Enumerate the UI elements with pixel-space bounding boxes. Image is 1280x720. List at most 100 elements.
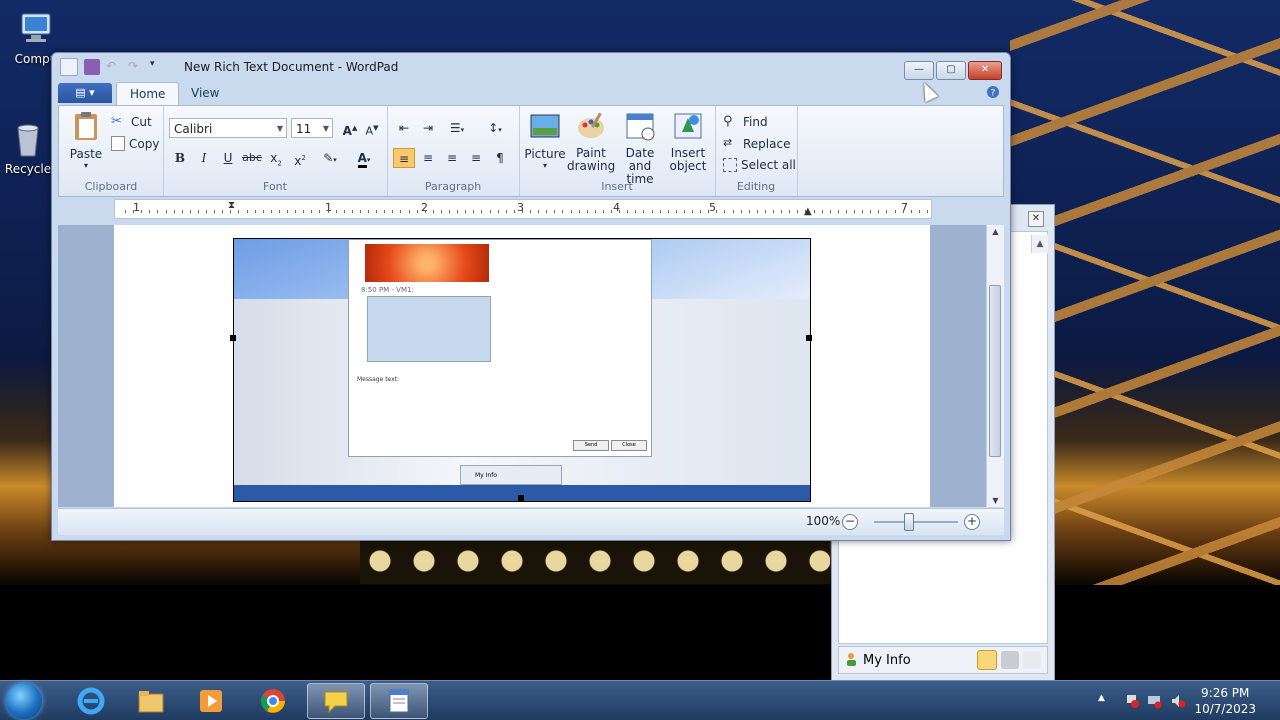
align-left-button[interactable]: ≡ <box>393 148 415 168</box>
zoom-slider[interactable] <box>874 521 958 523</box>
taskbar-file-explorer[interactable] <box>122 683 180 719</box>
italic-button[interactable]: I <box>193 148 215 168</box>
scroll-up-icon[interactable]: ▲ <box>987 227 1004 236</box>
grow-font-button[interactable]: A▲ <box>339 118 361 138</box>
ruler-tick <box>862 210 864 213</box>
resize-handle-right[interactable] <box>806 335 812 341</box>
strikethrough-button[interactable]: abc <box>241 148 263 168</box>
picture-button[interactable]: Picture ▾ <box>523 110 567 170</box>
replace-button[interactable]: ⇄ Replace <box>723 136 790 152</box>
application-menu-button[interactable]: ▤ ▾ <box>58 83 112 103</box>
underline-button[interactable]: U <box>217 148 239 168</box>
start-button[interactable] <box>6 683 42 719</box>
subscript-button[interactable]: x2 <box>265 148 287 168</box>
justify-button[interactable]: ≡ <box>465 148 487 168</box>
help-icon[interactable]: ? <box>986 85 1000 99</box>
messenger-close-button[interactable]: ✕ <box>1028 211 1044 227</box>
volume-muted-icon[interactable] <box>1170 693 1186 709</box>
scrollbar-thumb[interactable] <box>989 285 1001 457</box>
maximize-button[interactable]: ▢ <box>936 61 966 80</box>
ruler-tick <box>400 210 402 213</box>
resize-handle-left[interactable] <box>230 335 236 341</box>
select-all-button[interactable]: Select all <box>723 158 796 172</box>
calendar-icon <box>626 113 655 141</box>
font-family-select[interactable]: Calibri ▼ <box>169 118 287 138</box>
taskbar-chrome[interactable] <box>244 683 302 719</box>
cut-button[interactable]: ✂ Cut <box>111 114 152 130</box>
ruler-tick <box>554 210 556 213</box>
binoculars-icon: ⚲ <box>723 114 733 129</box>
ruler-number: 1 <box>325 201 332 214</box>
taskbar-messenger[interactable] <box>307 683 365 719</box>
status-away-icon[interactable] <box>1001 651 1019 669</box>
date-time-button[interactable]: Date and time <box>615 110 665 186</box>
find-button[interactable]: ⚲ Find <box>723 114 768 130</box>
tab-home[interactable]: Home <box>116 82 180 106</box>
system-tray: ▲ 9:26 PM 10/7/2023 <box>1080 681 1280 720</box>
zoom-slider-thumb[interactable] <box>904 513 914 531</box>
tab-view[interactable]: View <box>178 82 232 105</box>
clock[interactable]: 9:26 PM 10/7/2023 <box>1194 685 1256 717</box>
embedded-screenshot-image[interactable]: 8:50 PM - VM1: Message text: Send Close … <box>233 238 811 502</box>
undo-icon[interactable]: ↶ <box>106 59 122 75</box>
copy-button[interactable]: Copy <box>111 136 159 151</box>
increase-indent-button[interactable]: ⇥ <box>417 118 439 138</box>
scissors-icon: ✂ <box>111 114 122 129</box>
paragraph-settings-button[interactable]: ¶ <box>489 148 511 168</box>
taskbar-wordpad[interactable] <box>370 683 428 719</box>
network-icon[interactable] <box>1146 693 1162 709</box>
decrease-indent-button[interactable]: ⇤ <box>393 118 415 138</box>
scroll-down-icon[interactable]: ▼ <box>987 496 1004 505</box>
highlight-color-button[interactable]: ✎▾ <box>315 148 345 168</box>
font-color-button[interactable]: A▾ <box>349 148 379 168</box>
title-bar[interactable]: ↶ ↷ ▾ New Rich Text Document - WordPad —… <box>52 53 1010 81</box>
messenger-scroll-up-icon[interactable]: ▲ <box>1031 235 1048 253</box>
zoom-in-button[interactable]: + <box>964 514 980 530</box>
taskbar-internet-explorer[interactable] <box>62 683 120 719</box>
ruler-tick <box>457 210 459 213</box>
ruler-tick <box>513 210 515 213</box>
show-hidden-icons-icon[interactable]: ▲ <box>1098 693 1114 709</box>
line-spacing-button[interactable]: ↕▾ <box>479 118 511 138</box>
ruler-tick <box>635 210 637 213</box>
insert-object-button[interactable]: Insert object <box>665 110 711 173</box>
insert-group-label: Insert <box>601 180 633 193</box>
svg-text:?: ? <box>991 89 996 99</box>
save-icon[interactable] <box>84 59 100 75</box>
document-area[interactable]: 8:50 PM - VM1: Message text: Send Close … <box>58 225 992 507</box>
status-online-icon[interactable] <box>977 650 997 670</box>
vertical-scrollbar[interactable]: ▲ ▼ <box>986 225 1004 507</box>
ruler-tick <box>214 210 216 213</box>
align-right-button[interactable]: ≡ <box>441 148 463 168</box>
taskbar-media-player[interactable] <box>182 683 240 719</box>
messenger-myinfo-bar[interactable]: My Info <box>838 646 1048 674</box>
action-center-icon[interactable] <box>1124 693 1140 709</box>
bold-button[interactable]: B <box>169 148 191 168</box>
clock-time: 9:26 PM <box>1201 686 1250 700</box>
status-offline-icon[interactable] <box>1023 651 1041 669</box>
wordpad-window: ↶ ↷ ▾ New Rich Text Document - WordPad —… <box>51 52 1011 541</box>
document-page[interactable]: 8:50 PM - VM1: Message text: Send Close … <box>114 225 930 507</box>
embedded-chat-window: 8:50 PM - VM1: Message text: Send Close <box>348 239 652 457</box>
align-center-button[interactable]: ≡ <box>417 148 439 168</box>
close-button[interactable]: ✕ <box>968 61 1002 80</box>
superscript-button[interactable]: x2 <box>289 148 311 168</box>
paste-icon <box>75 112 97 140</box>
resize-handle-bottom[interactable] <box>518 495 524 501</box>
redo-icon[interactable]: ↷ <box>128 59 144 75</box>
list-bullets-button[interactable]: ☰▾ <box>441 118 473 138</box>
shrink-font-button[interactable]: A▼ <box>361 118 383 138</box>
font-size-select[interactable]: 11 ▼ <box>291 118 333 138</box>
paint-drawing-button[interactable]: Paint drawing <box>567 110 615 173</box>
customize-qat-icon[interactable]: ▾ <box>150 59 166 75</box>
ruler[interactable]: 1 1 2 3 4 5 7 ⧗ ▲ <box>114 199 932 219</box>
chevron-down-icon: ▼ <box>322 124 329 133</box>
ruler-tick <box>619 210 621 213</box>
ruler-tick <box>440 210 442 213</box>
zoom-out-button[interactable]: − <box>842 514 858 530</box>
ruler-tick <box>416 210 418 213</box>
minimize-button[interactable]: — <box>904 61 934 80</box>
paste-button[interactable]: Paste ▾ <box>65 110 107 170</box>
left-indent-marker-icon[interactable]: ⧗ <box>228 200 235 211</box>
paste-dropdown-icon[interactable]: ▾ <box>65 161 107 170</box>
